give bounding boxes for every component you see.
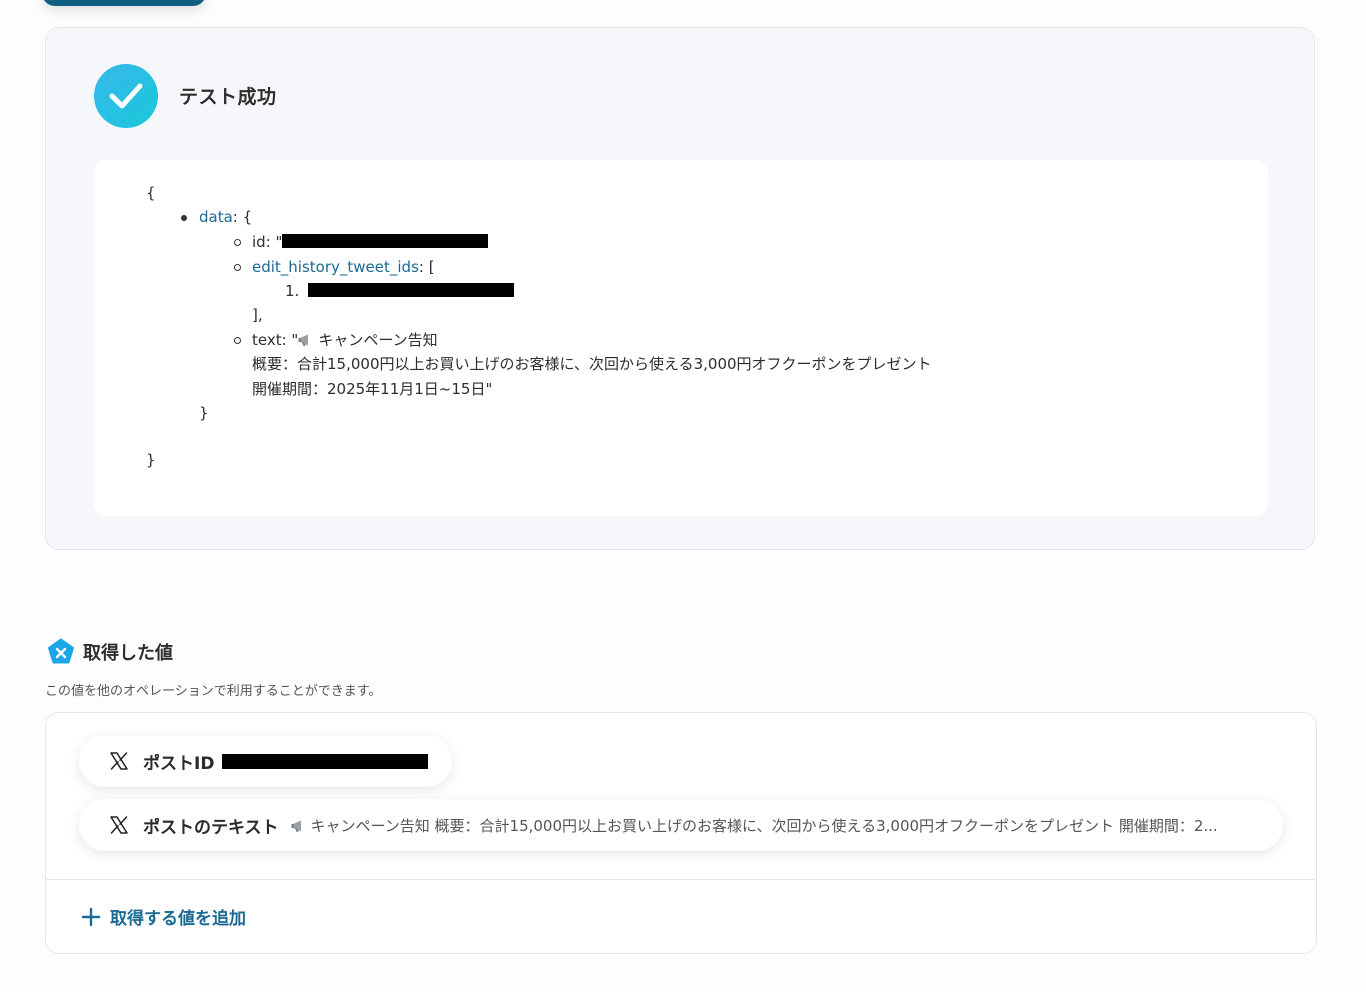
json-edit-history-open: : [ (418, 258, 435, 276)
megaphone-icon (291, 819, 309, 833)
add-value-button[interactable]: 取得する値を追加 (81, 904, 246, 929)
retrieved-values-title: 取得した値 (83, 643, 173, 664)
list-index: 1. (285, 282, 300, 300)
top-action-button[interactable] (42, 0, 206, 6)
list-bullet (234, 239, 241, 246)
json-text-line2: 概要：合計15,000円以上お買い上げのお客様に、次回から使える3,000円オフ… (252, 355, 932, 373)
json-edit-history-line: edit_history_tweet_ids: [ (252, 255, 435, 280)
success-check-icon (94, 64, 158, 128)
add-value-label: 取得する値を追加 (110, 909, 246, 929)
panel-divider (46, 879, 1316, 880)
value-chip-post-text[interactable]: ポストのテキスト キャンペーン告知 概要：合計15,000円以上お買い上げのお客… (79, 799, 1283, 851)
json-key-data[interactable]: data (199, 208, 233, 226)
json-data-open: : { (232, 208, 253, 226)
test-result-panel: テスト成功 { data: { id: " edit_history_tweet… (45, 27, 1315, 550)
json-key-id: id (252, 233, 266, 251)
chip-label: ポストID (143, 753, 215, 774)
megaphone-icon (298, 330, 316, 346)
json-text-line3: 開催期間：2025年11月1日~15日" (252, 380, 493, 398)
retrieved-values-panel: ポストID ポストのテキスト キャンペーン告知 概要：合計15,000円以上お買… (45, 712, 1317, 954)
variable-icon (47, 638, 75, 666)
value-chip-post-id[interactable]: ポストID (79, 735, 452, 787)
redacted-post-id (222, 753, 429, 769)
json-data-close: } (199, 404, 209, 422)
chip-value: キャンペーン告知 概要：合計15,000円以上お買い上げのお客様に、次回から使え… (291, 815, 1248, 836)
json-id-prefix: : " (265, 233, 283, 251)
list-bullet (181, 215, 187, 221)
json-edit-history-item: 1. (285, 279, 515, 304)
plus-icon (81, 907, 101, 927)
redacted-id (282, 234, 489, 248)
json-key-text: text (252, 331, 282, 349)
json-key-edit-history[interactable]: edit_history_tweet_ids (252, 258, 419, 276)
chip-label: ポストのテキスト (143, 817, 279, 838)
list-bullet (234, 337, 241, 344)
json-id-line: id: " (252, 230, 489, 255)
json-data-line: data: { (199, 205, 252, 230)
json-text-line: text: " キャンペーン告知 (252, 328, 438, 353)
x-logo-icon (109, 751, 129, 771)
list-bullet (234, 264, 241, 271)
json-array-close: ], (252, 306, 263, 324)
test-success-title: テスト成功 (179, 86, 277, 108)
redacted-tweet-id (308, 283, 515, 297)
x-logo-icon (109, 815, 129, 835)
json-close-brace: } (146, 451, 156, 469)
json-text-line1: キャンペーン告知 (318, 331, 438, 349)
json-text-prefix: : " (281, 331, 299, 349)
retrieved-values-description: この値を他のオペレーションで利用することができます。 (45, 684, 382, 699)
json-output-box: { data: { id: " edit_history_tweet_ids: … (94, 160, 1268, 516)
chip-value-text: キャンペーン告知 概要：合計15,000円以上お買い上げのお客様に、次回から使え… (310, 816, 1218, 835)
json-open-brace: { (146, 184, 156, 202)
